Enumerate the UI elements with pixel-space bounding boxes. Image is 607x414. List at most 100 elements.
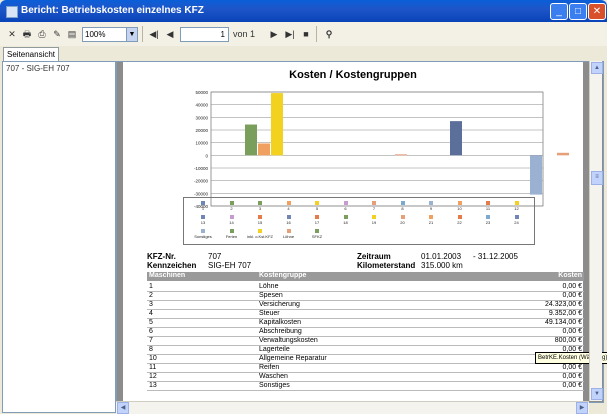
vertical-scrollbar[interactable]: ▲ ≡ ▼: [589, 61, 603, 401]
cost-chart: 50000 40000 30000 20000 10000 0 -10000 -20000 -3…: [194, 90, 569, 209]
cell-kosten: 49.134,00 €: [545, 319, 582, 326]
cell-maschinen: 6: [149, 328, 153, 335]
scroll-up-button[interactable]: ▲: [591, 62, 603, 74]
chevron-down-icon[interactable]: ▼: [126, 28, 137, 41]
chart-legend: 1 2 3 4 5 6 7 8 9 10 11 12 13 14 15 16 17 18 19 20 21 22 23 24 S…: [183, 197, 535, 245]
cell-kosten: 0,00 €: [562, 292, 582, 299]
prev-page-button[interactable]: ◀: [164, 27, 176, 41]
legend-item: SFKZ: [302, 229, 332, 239]
legend-label: 4: [287, 206, 290, 211]
legend-item: 19: [359, 215, 389, 225]
window-titlebar[interactable]: Bericht: Betriebskosten einzelnes KFZ _ …: [0, 0, 607, 22]
legend-item: Löhne: [274, 229, 304, 239]
last-page-button[interactable]: ▶|: [284, 27, 296, 41]
scroll-right-button[interactable]: ▶: [576, 402, 588, 414]
legend-item: 21: [416, 215, 446, 225]
legend-swatch: [315, 229, 319, 233]
legend-item: inkl. o.Kst.KFZ: [245, 229, 275, 239]
kfz-value: 707: [208, 252, 222, 261]
legend-swatch: [343, 201, 348, 205]
y-tick-label: 0: [205, 153, 208, 158]
export-icon[interactable]: ⎙: [36, 27, 48, 41]
legend-item: 16: [274, 215, 304, 225]
kfz-label: KFZ-Nr.: [147, 252, 176, 261]
header-kostengruppe: Kostengruppe: [259, 272, 307, 279]
cell-kosten: 0,00 €: [562, 373, 582, 380]
legend-swatch: [372, 201, 376, 205]
cell-maschinen: 2: [149, 292, 153, 299]
legend-label: 16: [286, 220, 291, 225]
cell-maschinen: 12: [149, 373, 157, 380]
cell-kostengruppe: Kapitalkosten: [259, 319, 302, 326]
cell-kosten: 800,00 €: [554, 337, 582, 344]
legend-swatch: [286, 201, 291, 205]
legend-label: 23: [485, 220, 491, 225]
stop-button[interactable]: ■: [300, 27, 312, 41]
close-report-icon[interactable]: ✕: [6, 27, 18, 41]
first-page-button[interactable]: ◀|: [148, 27, 160, 41]
legend-swatch: [258, 229, 262, 233]
cell-maschinen: 11: [149, 364, 157, 371]
legend-label: 8: [401, 206, 404, 211]
scroll-down-button[interactable]: ▼: [591, 388, 603, 400]
layout-icon[interactable]: ▤: [66, 27, 78, 41]
horizontal-scrollbar[interactable]: ◀ ▶: [116, 401, 589, 414]
chart-bar: [245, 124, 257, 156]
cell-kosten: 0,00 €: [562, 328, 582, 335]
legend-swatch: [286, 229, 291, 233]
legend-swatch: [400, 201, 405, 205]
legend-item: 11: [473, 201, 503, 211]
close-button[interactable]: ✕: [588, 3, 606, 20]
cell-kostengruppe: Spesen: [259, 292, 283, 299]
zoom-select[interactable]: 100% ▼: [82, 27, 138, 42]
legend-item: 7: [359, 201, 389, 211]
maximize-button[interactable]: □: [569, 3, 587, 20]
legend-item: 3: [245, 201, 275, 211]
report-viewer[interactable]: Kosten / Kostengruppen 50000 40000 30000 20…: [116, 61, 604, 403]
zeitraum-from: 01.01.2003: [421, 252, 462, 261]
cell-maschinen: 1: [149, 283, 153, 290]
cell-kostengruppe: Waschen: [259, 373, 288, 380]
report-tree: 707 - SIG-EH 707: [2, 61, 116, 413]
legend-label: Löhne: [282, 234, 295, 239]
page-number-input[interactable]: 1: [180, 27, 229, 42]
scroll-thumb[interactable]: ≡: [591, 171, 603, 185]
tab-seitenansicht[interactable]: Seitenansicht: [3, 47, 60, 61]
legend-label: 14: [229, 220, 234, 225]
legend-label: 15: [257, 220, 263, 225]
legend-swatch: [486, 215, 490, 219]
legend-label: 12: [514, 206, 519, 211]
minimize-button[interactable]: _: [550, 3, 568, 20]
tree-node-vehicle[interactable]: 707 - SIG-EH 707: [6, 64, 70, 73]
cell-maschinen: 13: [149, 382, 157, 389]
cell-maschinen: 5: [149, 319, 153, 326]
cell-kostengruppe: Lagerteile: [259, 346, 290, 353]
legend-label: 17: [314, 220, 320, 225]
legend-item: Ferien: [217, 229, 247, 239]
cell-maschinen: 3: [149, 301, 153, 308]
legend-item: Sonstiges: [188, 229, 218, 239]
tab-bar: Seitenansicht: [0, 46, 607, 61]
legend-item: 8: [388, 201, 418, 211]
print-icon[interactable]: 🖶: [21, 27, 33, 41]
pen-icon[interactable]: ✎: [51, 27, 63, 41]
chart-bar: [557, 152, 569, 156]
report-page: Kosten / Kostengruppen 50000 40000 30000 20…: [123, 62, 584, 402]
toolbar-separator: [316, 26, 317, 42]
legend-item: 5: [302, 201, 332, 211]
legend-swatch: [201, 229, 205, 233]
legend-item: 14: [217, 215, 247, 225]
binoculars-icon[interactable]: ⚲: [322, 27, 336, 41]
y-tick-label: 10000: [195, 141, 208, 146]
y-tick-label: 20000: [195, 128, 208, 133]
next-page-button[interactable]: ▶: [268, 27, 280, 41]
cell-kosten: 0,00 €: [562, 382, 582, 389]
y-tick-label: -30000: [194, 191, 209, 196]
legend-swatch: [201, 201, 205, 205]
legend-swatch: [514, 201, 519, 205]
legend-label: SFKZ: [311, 234, 323, 239]
scroll-left-button[interactable]: ◀: [117, 402, 129, 414]
legend-label: 24: [514, 220, 519, 225]
legend-swatch: [229, 201, 234, 205]
cell-kosten: 0,00 €: [562, 364, 582, 371]
